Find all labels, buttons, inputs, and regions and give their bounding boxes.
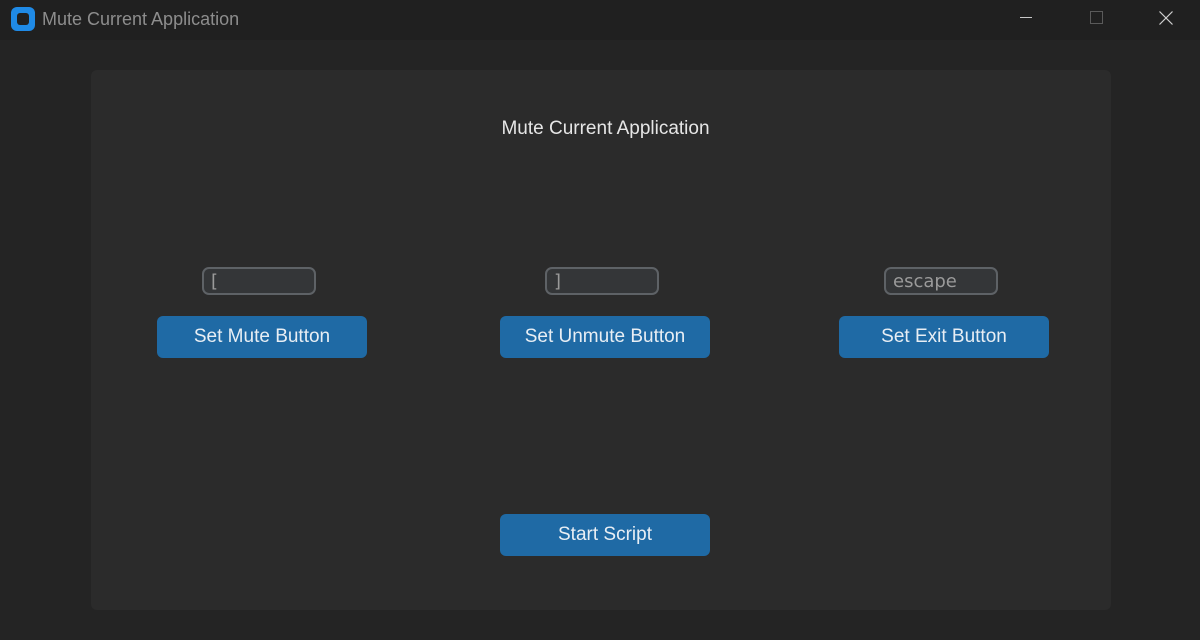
set-unmute-button[interactable]: Set Unmute Button [500,316,710,358]
minimize-button[interactable] [991,0,1061,36]
unmute-hotkey-input[interactable] [545,267,659,295]
panel-heading: Mute Current Application [501,118,710,139]
maximize-button[interactable] [1061,0,1131,36]
close-button[interactable] [1131,0,1200,36]
minimize-icon [1020,17,1032,18]
exit-hotkey-input[interactable] [884,267,998,295]
set-exit-button[interactable]: Set Exit Button [839,316,1049,358]
main-panel: Mute Current Application Set Mute Button… [91,70,1111,610]
close-icon [1159,11,1173,25]
maximize-icon [1090,11,1103,24]
app-icon [11,7,35,31]
mute-hotkey-input[interactable] [202,267,316,295]
title-bar[interactable]: Mute Current Application [0,0,1200,40]
start-script-button[interactable]: Start Script [500,514,710,556]
window-title: Mute Current Application [42,9,240,29]
app-window: Mute Current Application Mute Current Ap… [0,0,1200,640]
set-mute-button[interactable]: Set Mute Button [157,316,367,358]
